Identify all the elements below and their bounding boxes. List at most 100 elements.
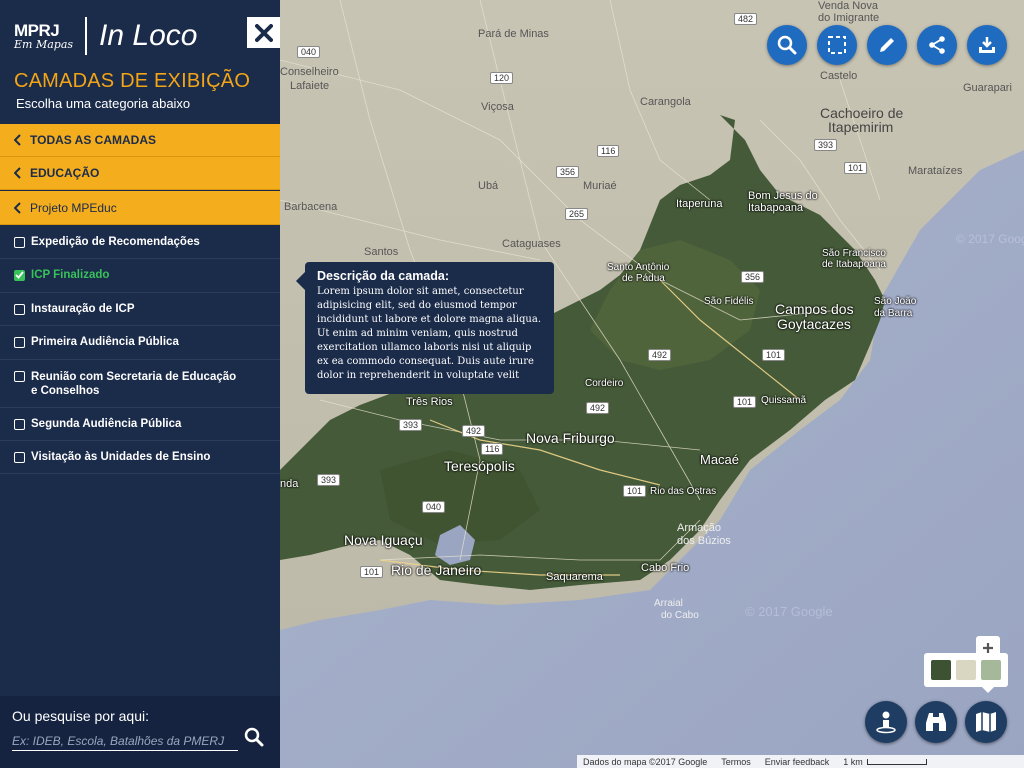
layer-item-instauracao[interactable]: Instauração de ICP <box>0 293 280 326</box>
place-label: Cordeiro <box>585 378 624 389</box>
draw-button[interactable] <box>867 25 907 65</box>
place-label: São Fidélis <box>704 296 754 307</box>
breadcrumb-all-layers[interactable]: TODAS AS CAMADAS <box>0 124 280 157</box>
brand-tagline: Em Mapas <box>14 37 74 51</box>
road-shield: 393 <box>399 419 423 431</box>
close-sidebar-button[interactable] <box>247 17 280 48</box>
map-attribution: Dados do mapa ©2017 Google Termos Enviar… <box>577 755 1024 768</box>
road-shield: 040 <box>422 501 446 513</box>
checkbox-icon[interactable] <box>14 304 25 315</box>
layer-item-segunda-audiencia[interactable]: Segunda Audiência Pública <box>0 408 280 441</box>
place-label: Conselheiro <box>280 66 339 78</box>
road-shield: 482 <box>734 13 758 25</box>
place-label: Barbacena <box>284 201 338 213</box>
place-label: Arraial <box>654 598 683 609</box>
place-label: Três Rios <box>406 396 453 408</box>
layer-label: Expedição de Recomendações <box>31 236 200 248</box>
place-label: Itaperuna <box>676 198 723 210</box>
tooltip-body: Lorem ipsum dolor sit amet, consectetur … <box>317 286 542 381</box>
explore-button[interactable] <box>915 701 957 743</box>
place-label: Campos dos <box>775 301 854 317</box>
layer-label: Instauração de ICP <box>31 303 135 315</box>
layer-label: Reunião com Secretaria de Educação e Con… <box>31 371 237 397</box>
layer-label: Segunda Audiência Pública <box>31 418 182 430</box>
place-label: Carangola <box>640 96 691 108</box>
basemap-terrain-option[interactable] <box>981 660 1002 680</box>
select-area-icon <box>828 36 846 54</box>
place-label: Teresópolis <box>444 458 515 474</box>
breadcrumb-label: EDUCAÇÃO <box>30 166 100 180</box>
place-label: Quissamã <box>761 395 807 406</box>
share-icon <box>929 36 945 54</box>
terms-link[interactable]: Termos <box>721 757 751 767</box>
road-shield: 040 <box>297 46 321 58</box>
place-label: Ubá <box>478 180 499 192</box>
place-label: Armação <box>677 522 722 534</box>
breadcrumb-project-mpeduc[interactable]: Projeto MPEduc <box>0 191 280 225</box>
place-label: Guarapari <box>963 82 1012 94</box>
basemap-road-option[interactable] <box>955 660 976 680</box>
basemap-satellite-option[interactable] <box>930 660 951 680</box>
basemap-picker <box>924 653 1008 693</box>
checkbox-icon[interactable] <box>14 337 25 348</box>
attribution-data: Dados do mapa ©2017 Google <box>583 756 708 767</box>
sidebar: MPRJ Em Mapas In Loco CAMADAS DE EXIBIÇÃ… <box>0 0 280 768</box>
place-label: São Francisco <box>822 248 886 259</box>
layer-label: Primeira Audiência Pública <box>31 336 179 348</box>
place-label: Rio de Janeiro <box>391 562 482 578</box>
place-label: Marataízes <box>908 165 963 177</box>
layer-item-reuniao[interactable]: Reunião com Secretaria de Educação e Con… <box>0 360 280 408</box>
place-label: Saquarema <box>546 571 603 583</box>
road-shield: 356 <box>556 166 580 178</box>
layer-label: Visitação às Unidades de Ensino <box>31 451 211 463</box>
search-icon <box>777 35 797 55</box>
place-label: do Cabo <box>661 610 699 621</box>
tooltip-title: Descrição da camada: <box>317 269 450 283</box>
place-label: Lafaiete <box>290 80 330 92</box>
checkbox-icon[interactable] <box>14 452 25 463</box>
share-button[interactable] <box>917 25 957 65</box>
place-label: Viçosa <box>481 101 514 113</box>
place-label: Muriaé <box>583 180 617 192</box>
road-shield: 101 <box>623 485 647 497</box>
chevron-left-icon <box>14 201 24 214</box>
road-shield: 101 <box>360 566 384 578</box>
checkbox-icon[interactable] <box>14 371 25 382</box>
chevron-left-icon <box>14 134 24 146</box>
search-label: Ou pesquise por aqui: <box>12 708 149 724</box>
place-label: Rio das Ostras <box>650 486 717 497</box>
layer-description-tooltip: Descrição da camada: Lorem ipsum dolor s… <box>296 262 554 394</box>
map-watermark: © 2017 Google <box>956 232 1024 246</box>
road-shield: 265 <box>565 208 589 220</box>
layer-item-icp-finalizado[interactable]: ICP Finalizado <box>0 259 280 293</box>
basemap-button[interactable] <box>965 701 1007 743</box>
layer-item-expedicao[interactable]: Expedição de Recomendações <box>0 226 280 259</box>
search-input[interactable] <box>12 731 238 751</box>
breadcrumb-education[interactable]: EDUCAÇÃO <box>0 157 280 190</box>
download-button[interactable] <box>967 25 1007 65</box>
place-label: Bom Jesus do <box>748 190 818 202</box>
place-label: de Itabapoana <box>822 259 886 270</box>
road-shield: 120 <box>490 72 514 84</box>
brand-logo: MPRJ Em Mapas In Loco <box>14 16 197 56</box>
product-name: In Loco <box>99 19 198 52</box>
road-shield: 116 <box>481 443 504 455</box>
panel-title: CAMADAS DE EXIBIÇÃO <box>14 70 251 92</box>
feedback-link[interactable]: Enviar feedback <box>765 757 830 767</box>
mprj-logo: MPRJ Em Mapas <box>14 22 73 51</box>
place-label: Nova Friburgo <box>526 430 615 446</box>
search-button[interactable] <box>244 727 264 752</box>
checkbox-icon[interactable] <box>14 237 25 248</box>
panel-subtitle: Escolha uma categoria abaixo <box>16 96 191 111</box>
street-view-button[interactable] <box>865 701 907 743</box>
select-area-button[interactable] <box>817 25 857 65</box>
place-label: Nova Iguaçu <box>344 532 423 548</box>
checkbox-icon[interactable] <box>14 419 25 430</box>
place-label: Cataguases <box>502 238 561 250</box>
layer-item-primeira-audiencia[interactable]: Primeira Audiência Pública <box>0 326 280 360</box>
checkbox-checked-icon[interactable] <box>14 270 25 281</box>
search-map-button[interactable] <box>767 25 807 65</box>
place-label: de Pádua <box>622 273 665 284</box>
road-shield: 492 <box>586 402 610 414</box>
layer-item-visitacao[interactable]: Visitação às Unidades de Ensino <box>0 441 280 474</box>
